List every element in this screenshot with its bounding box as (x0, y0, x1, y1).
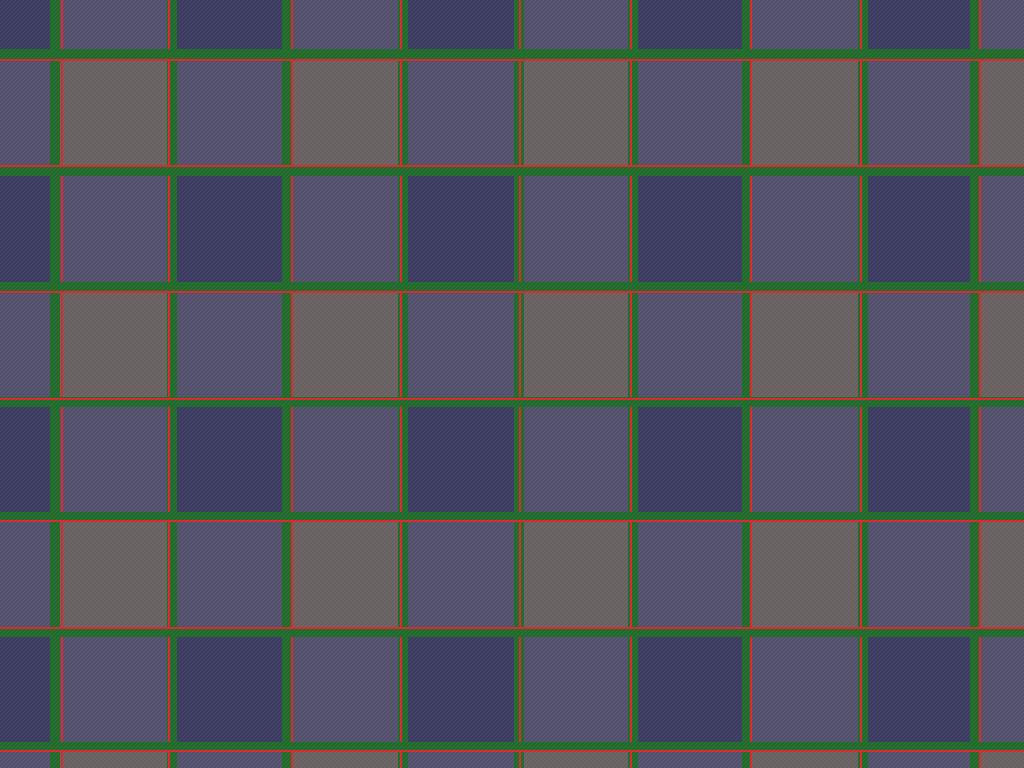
weave-texture (0, 0, 1024, 768)
tartan-background (0, 0, 1024, 768)
